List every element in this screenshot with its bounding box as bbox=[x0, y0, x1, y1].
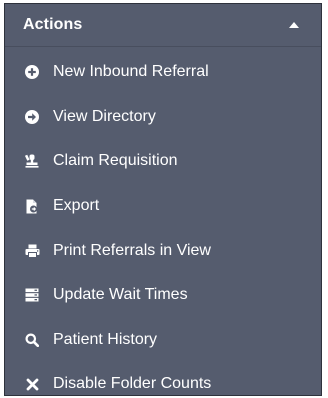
action-update-wait-times[interactable]: Update Wait Times bbox=[5, 273, 321, 318]
arrow-circle-right-icon bbox=[24, 109, 40, 125]
action-label: New Inbound Referral bbox=[53, 63, 209, 81]
action-view-directory[interactable]: View Directory bbox=[5, 95, 321, 140]
action-print-referrals[interactable]: Print Referrals in View bbox=[5, 228, 321, 273]
server-list-icon bbox=[24, 287, 40, 303]
action-disable-folder-counts[interactable]: Disable Folder Counts bbox=[5, 362, 321, 395]
action-label: Disable Folder Counts bbox=[53, 375, 212, 393]
action-label: View Directory bbox=[53, 107, 156, 125]
action-label: Claim Requisition bbox=[53, 152, 178, 170]
action-label: Export bbox=[53, 197, 100, 215]
panel-title: Actions bbox=[23, 16, 83, 33]
action-patient-history[interactable]: Patient History bbox=[5, 318, 321, 363]
action-label: Patient History bbox=[53, 330, 158, 348]
actions-list: New Inbound Referral View Directory Clai… bbox=[5, 50, 321, 395]
close-icon bbox=[24, 376, 40, 392]
action-label: Print Referrals in View bbox=[53, 241, 211, 259]
caret-up-icon[interactable] bbox=[287, 18, 301, 32]
file-export-icon bbox=[24, 198, 40, 214]
panel-header[interactable]: Actions bbox=[5, 4, 321, 47]
action-new-inbound-referral[interactable]: New Inbound Referral bbox=[5, 50, 321, 95]
action-label: Update Wait Times bbox=[53, 286, 188, 304]
claim-stamp-icon bbox=[24, 153, 40, 169]
action-claim-requisition[interactable]: Claim Requisition bbox=[5, 139, 321, 184]
action-export[interactable]: Export bbox=[5, 184, 321, 229]
plus-circle-icon bbox=[24, 64, 40, 80]
search-icon bbox=[24, 332, 40, 348]
actions-panel: Actions New Inbound Referral View Direct… bbox=[4, 3, 322, 396]
print-icon bbox=[24, 243, 40, 259]
